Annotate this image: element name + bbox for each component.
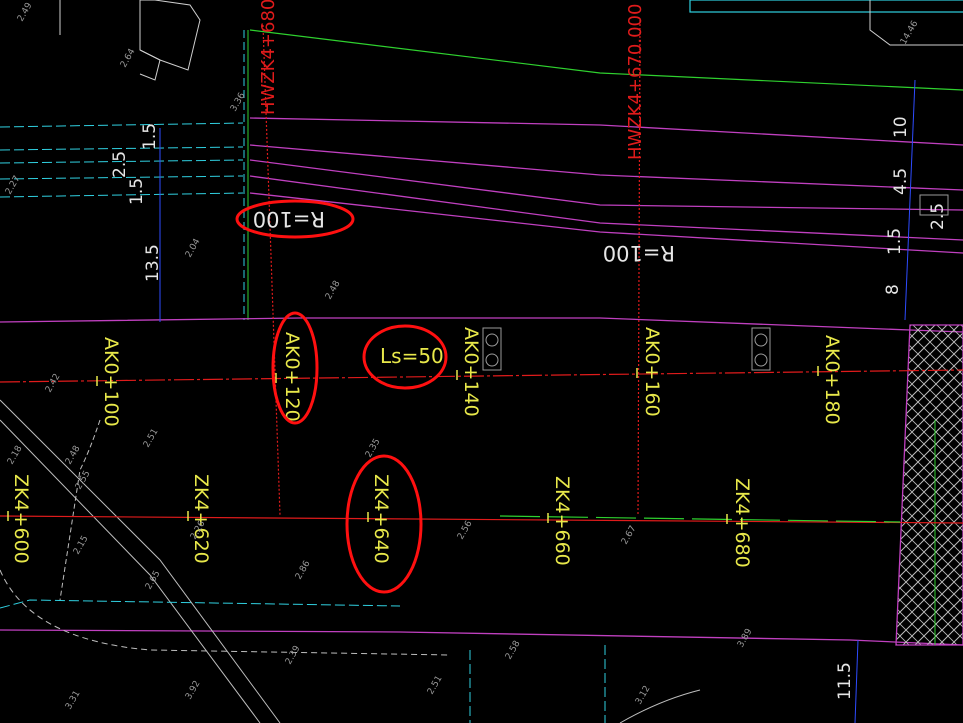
elevation-label: 2.56 [456,519,475,542]
elevation-label: 2.18 [6,444,25,467]
elevation-label: 2.64 [119,47,138,70]
dimension-label: 1.5 [127,178,147,205]
dimension-label: 8 [883,284,903,295]
elevation-label: 2.58 [504,639,523,662]
elevation-label: 2.51 [142,427,161,449]
elevation-label: 3.92 [184,679,203,701]
ground-lines [0,399,701,723]
hwzk-label: HWZK4+670.000 [625,4,646,160]
ak-station-label: AK0+100 [100,337,122,427]
curve-radius-label: R=100 [603,241,675,265]
ak-station-labels: AK0+100 AK0+120 AK0+140 AK0+160 AK0+180 [100,327,843,427]
elevation-label: 14.46 [899,19,921,47]
cad-drawing: AK0+100 AK0+120 AK0+140 AK0+160 AK0+180 … [0,0,963,723]
elevation-label: 2.48 [64,444,83,467]
elevation-label: 3.12 [634,684,653,706]
elevation-label: 2.42 [44,372,63,394]
elevation-label: 2.49 [16,1,35,24]
elevation-label: 2.48 [324,279,343,302]
cad-drawing-canvas[interactable]: AK0+100 AK0+120 AK0+140 AK0+160 AK0+180 … [0,0,963,723]
top-right-building-outline [689,0,963,13]
hatched-retaining-wall [895,324,963,646]
elevation-label: 2.86 [294,559,313,582]
elevation-label: 3.36 [229,91,248,114]
elevation-label: 2.67 [620,524,639,546]
dimension-label: 11.5 [835,662,855,700]
dimension-label: 2.5 [110,151,130,178]
elevation-label: 2.15 [72,534,91,556]
hwzk-labels: HWZK4+680.0 HWZK4+670.000 [258,0,646,160]
elevation-label: 3.31 [64,689,83,711]
dimension-label: 1.5 [885,228,905,255]
zk4-station-label: ZK4+680 [731,478,753,568]
dimension-label: 4.5 [891,168,911,195]
blue-dimension-lines [159,79,916,723]
zk4-station-label: ZK4+620 [190,474,212,564]
zk4-station-label: ZK4+660 [551,476,573,566]
ak-station-label: AK0+140 [460,327,482,417]
green-road-line [249,29,963,91]
dimension-label: 2.5 [928,203,948,230]
elevation-label: 2.27 [4,174,23,196]
dimension-label: 10 [891,116,911,138]
zk4-station-label: ZK4+640 [370,474,392,564]
hwzk-label: HWZK4+680.0 [258,0,279,115]
zk4-station-label: ZK4+600 [10,474,32,564]
station-ticks [7,366,819,524]
dimension-label: 1.5 [140,123,160,150]
elevation-label: 2.04 [184,237,203,260]
elevation-label: 2.51 [426,674,445,696]
pole-symbols [482,194,949,371]
elevation-label: 2.39 [284,644,303,667]
ak-station-label: AK0+180 [821,335,843,425]
cyan-road-edges-lower [0,599,606,723]
dimension-label: 13.5 [143,244,163,282]
ak-station-label: AK0+160 [641,327,663,417]
transition-length-label: Ls=50 [380,344,444,368]
markup-circles [235,199,448,594]
elevation-label: 2.55 [74,469,93,491]
ak-station-label: AK0+120 [281,332,303,422]
curve-radius-label: R=100 [253,207,325,231]
